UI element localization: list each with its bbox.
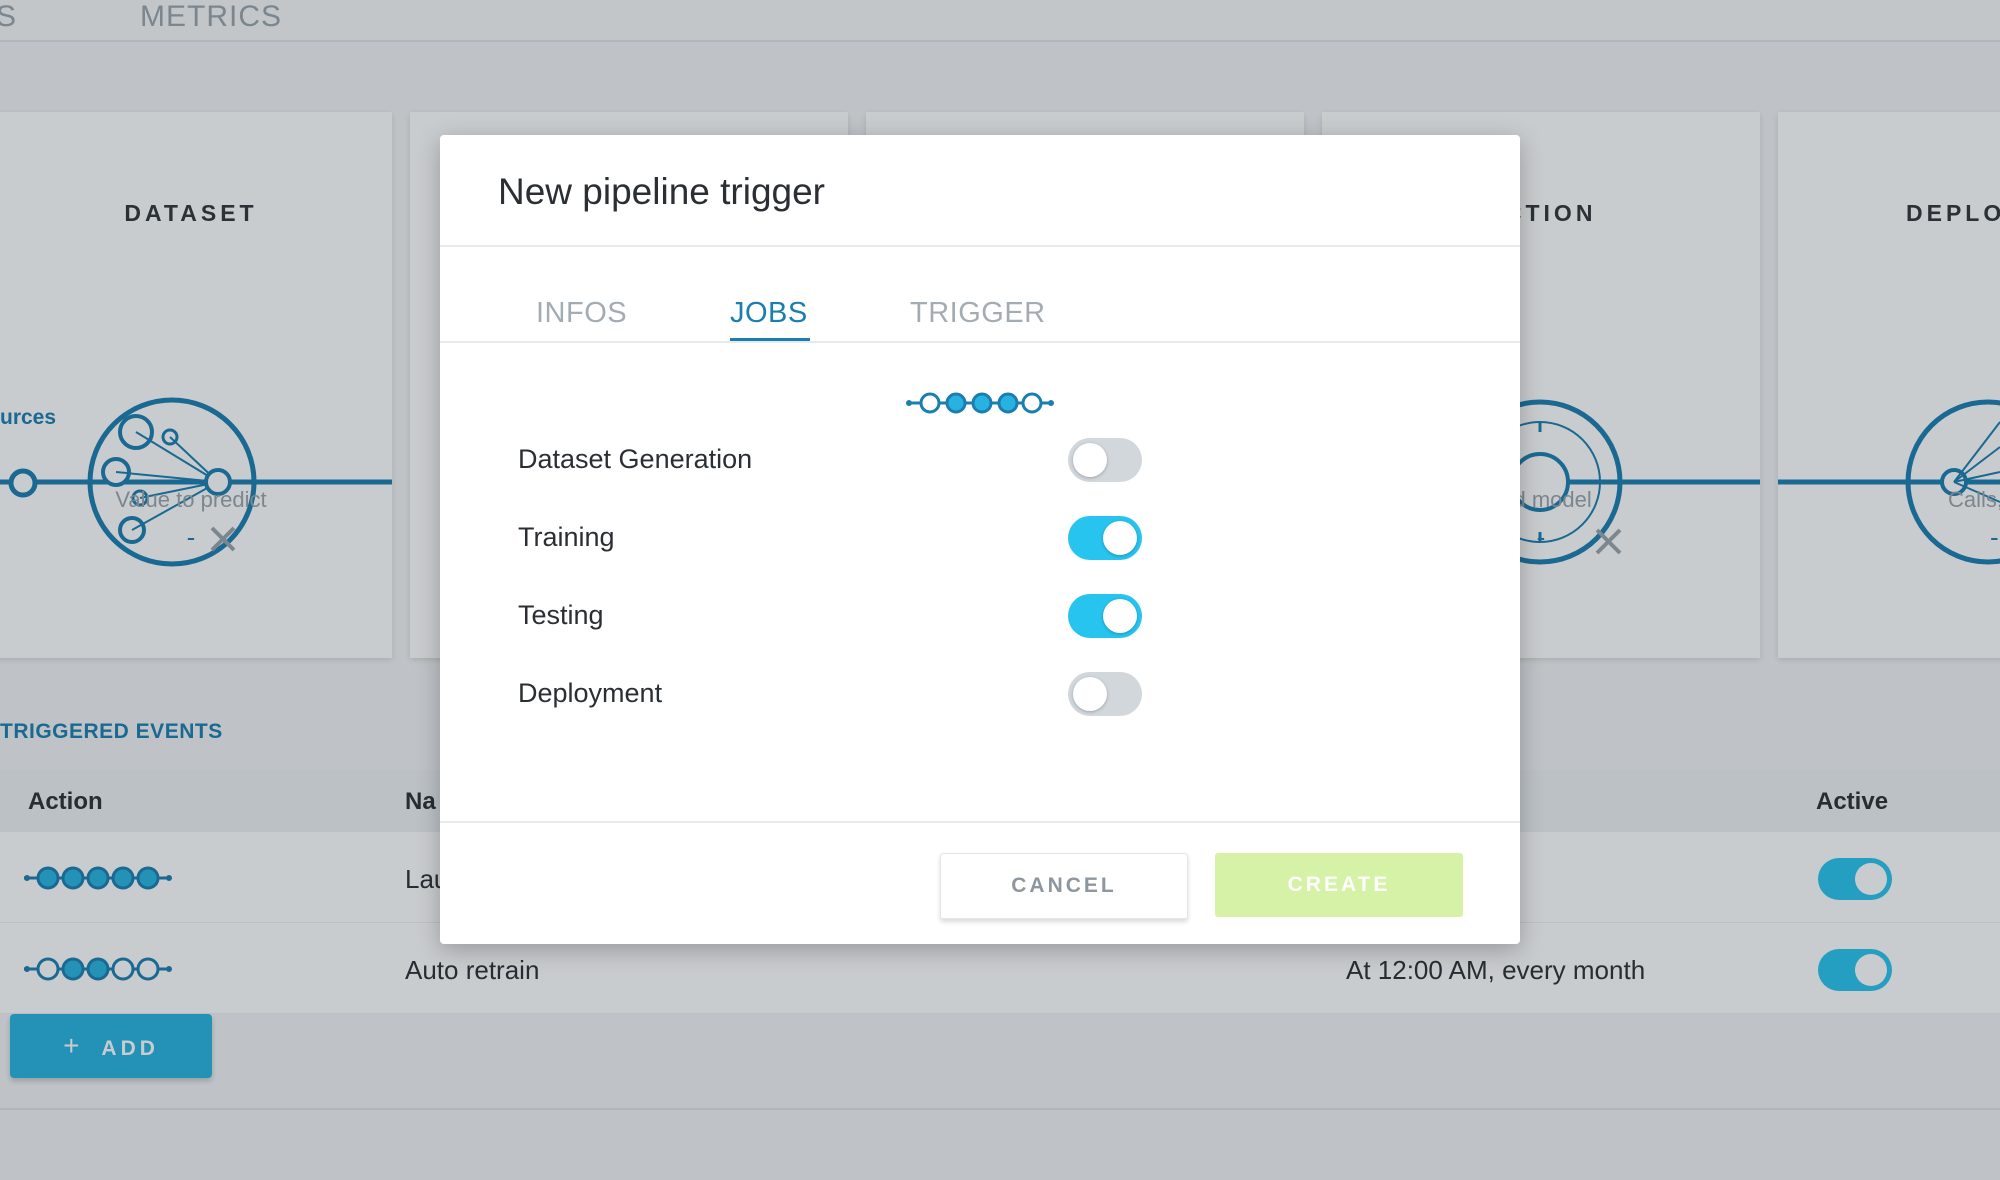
job-row: Training [518, 514, 1218, 564]
modal-title: New pipeline trigger [498, 171, 826, 212]
tab-trigger[interactable]: TRIGGER [910, 297, 1046, 330]
job-label: Deployment [518, 678, 663, 708]
tab-infos[interactable]: INFOS [536, 297, 627, 330]
create-button[interactable]: CREATE [1215, 853, 1463, 917]
toggle-knob [1073, 677, 1107, 711]
job-toggle[interactable] [1068, 438, 1142, 482]
job-row: Dataset Generation [518, 436, 1218, 486]
toggle-knob [1103, 599, 1137, 633]
divider [440, 341, 1520, 343]
job-label: Dataset Generation [518, 444, 753, 474]
toggle-knob [1103, 521, 1137, 555]
job-row: Testing [518, 592, 1218, 642]
divider [440, 245, 1520, 247]
cancel-button[interactable]: CANCEL [940, 853, 1188, 919]
job-label: Training [518, 522, 615, 552]
tab-jobs[interactable]: JOBS [730, 297, 808, 330]
divider [440, 821, 1520, 823]
job-toggle[interactable] [1068, 672, 1142, 716]
job-toggle[interactable] [1068, 594, 1142, 638]
jobs-sequence-icon [906, 392, 1054, 414]
job-row: Deployment [518, 670, 1218, 720]
toggle-knob [1073, 443, 1107, 477]
job-toggle[interactable] [1068, 516, 1142, 560]
job-label: Testing [518, 600, 604, 630]
new-trigger-modal: New pipeline trigger INFOS JOBS TRIGGER … [440, 135, 1520, 944]
